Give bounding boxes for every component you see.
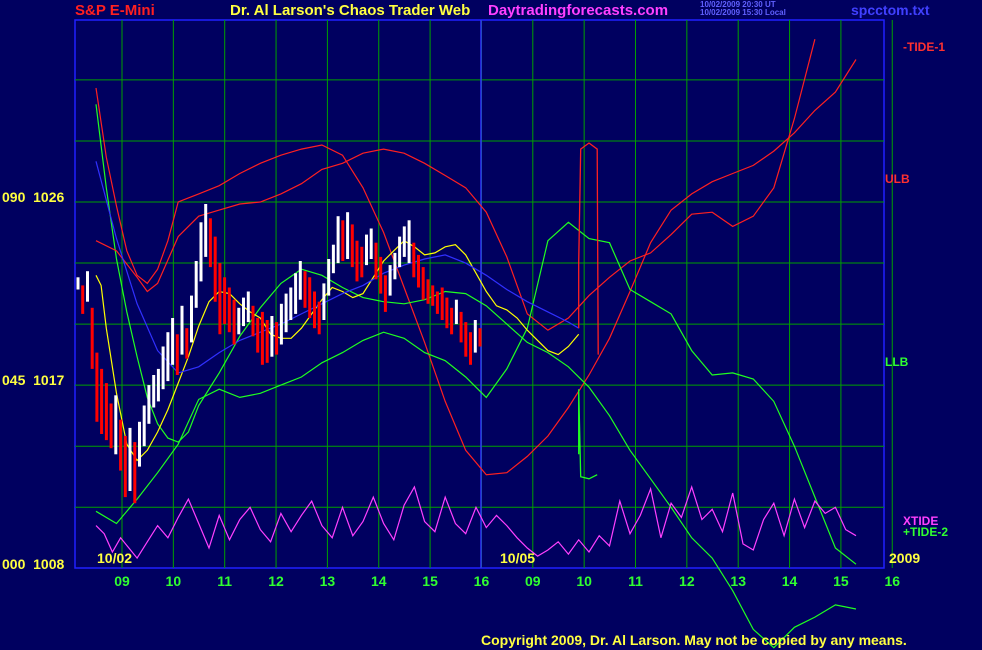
y-label-top: 090 1026: [2, 189, 64, 205]
x-tick-label: 16: [474, 573, 490, 589]
y-label-mid: 045 1017: [2, 372, 64, 388]
red-projection-step: [578, 142, 599, 355]
x-tick-label: 09: [525, 573, 541, 589]
label-ulb: ULB: [885, 172, 910, 186]
x-tick-label: 15: [422, 573, 438, 589]
x-tick-label: 12: [268, 573, 284, 589]
x-tick-label: 11: [217, 573, 232, 589]
timestamp-local: 10/02/2009 15:30 Local: [700, 8, 786, 17]
label-tide1: -TIDE-1: [903, 40, 945, 54]
timestamp: 10/02/2009 20:30 UT 10/02/2009 15:30 Loc…: [700, 1, 786, 17]
y-price-top: 1026: [33, 189, 65, 205]
x-tick-label: 10: [576, 573, 592, 589]
y-price-bottom: 1008: [33, 556, 65, 572]
label-tide2: +TIDE-2: [903, 525, 949, 539]
x-tick-label: 09: [114, 573, 130, 589]
date-label-left: 10/02: [97, 550, 133, 566]
x-tick-label: 14: [782, 573, 798, 589]
website-link[interactable]: Daytradingforecasts.com: [488, 2, 668, 19]
green-projection-step: [578, 389, 598, 480]
x-ticks: 09 10 11 12 13 14 15 16 09 10 11 12 13 14 15 16: [114, 573, 900, 589]
x-tick-label: 16: [884, 573, 900, 589]
x-tick-label: 12: [679, 573, 695, 589]
copyright: Copyright 2009, Dr. Al Larson. May not b…: [481, 632, 907, 648]
symbol-title: S&P E-Mini: [75, 2, 155, 19]
y-price-mid: 1017: [33, 372, 65, 388]
y-angle-mid: 045: [2, 372, 26, 388]
series-xtide: [95, 484, 857, 560]
x-tick-label: 11: [628, 573, 643, 589]
x-tick-label: 13: [730, 573, 746, 589]
filename: spcctom.txt: [851, 2, 930, 18]
x-tick-label: 14: [371, 573, 387, 589]
y-angle-top: 090: [2, 189, 26, 205]
x-tick-label: 13: [320, 573, 336, 589]
x-tick-label: 15: [833, 573, 849, 589]
year-label: 2009: [889, 550, 921, 566]
y-label-bottom: 000 1008: [2, 556, 64, 572]
chart: 09 10 11 12 13 14 15 16 09 10 11 12 13 14 15 16: [74, 19, 900, 649]
page-title: Dr. Al Larson's Chaos Trader Web: [230, 2, 471, 19]
y-angle-bottom: 000: [2, 556, 26, 572]
x-tick-label: 10: [166, 573, 182, 589]
date-label-right: 10/05: [500, 550, 536, 566]
label-llb: LLB: [885, 355, 909, 369]
price-bars: [76, 204, 482, 504]
